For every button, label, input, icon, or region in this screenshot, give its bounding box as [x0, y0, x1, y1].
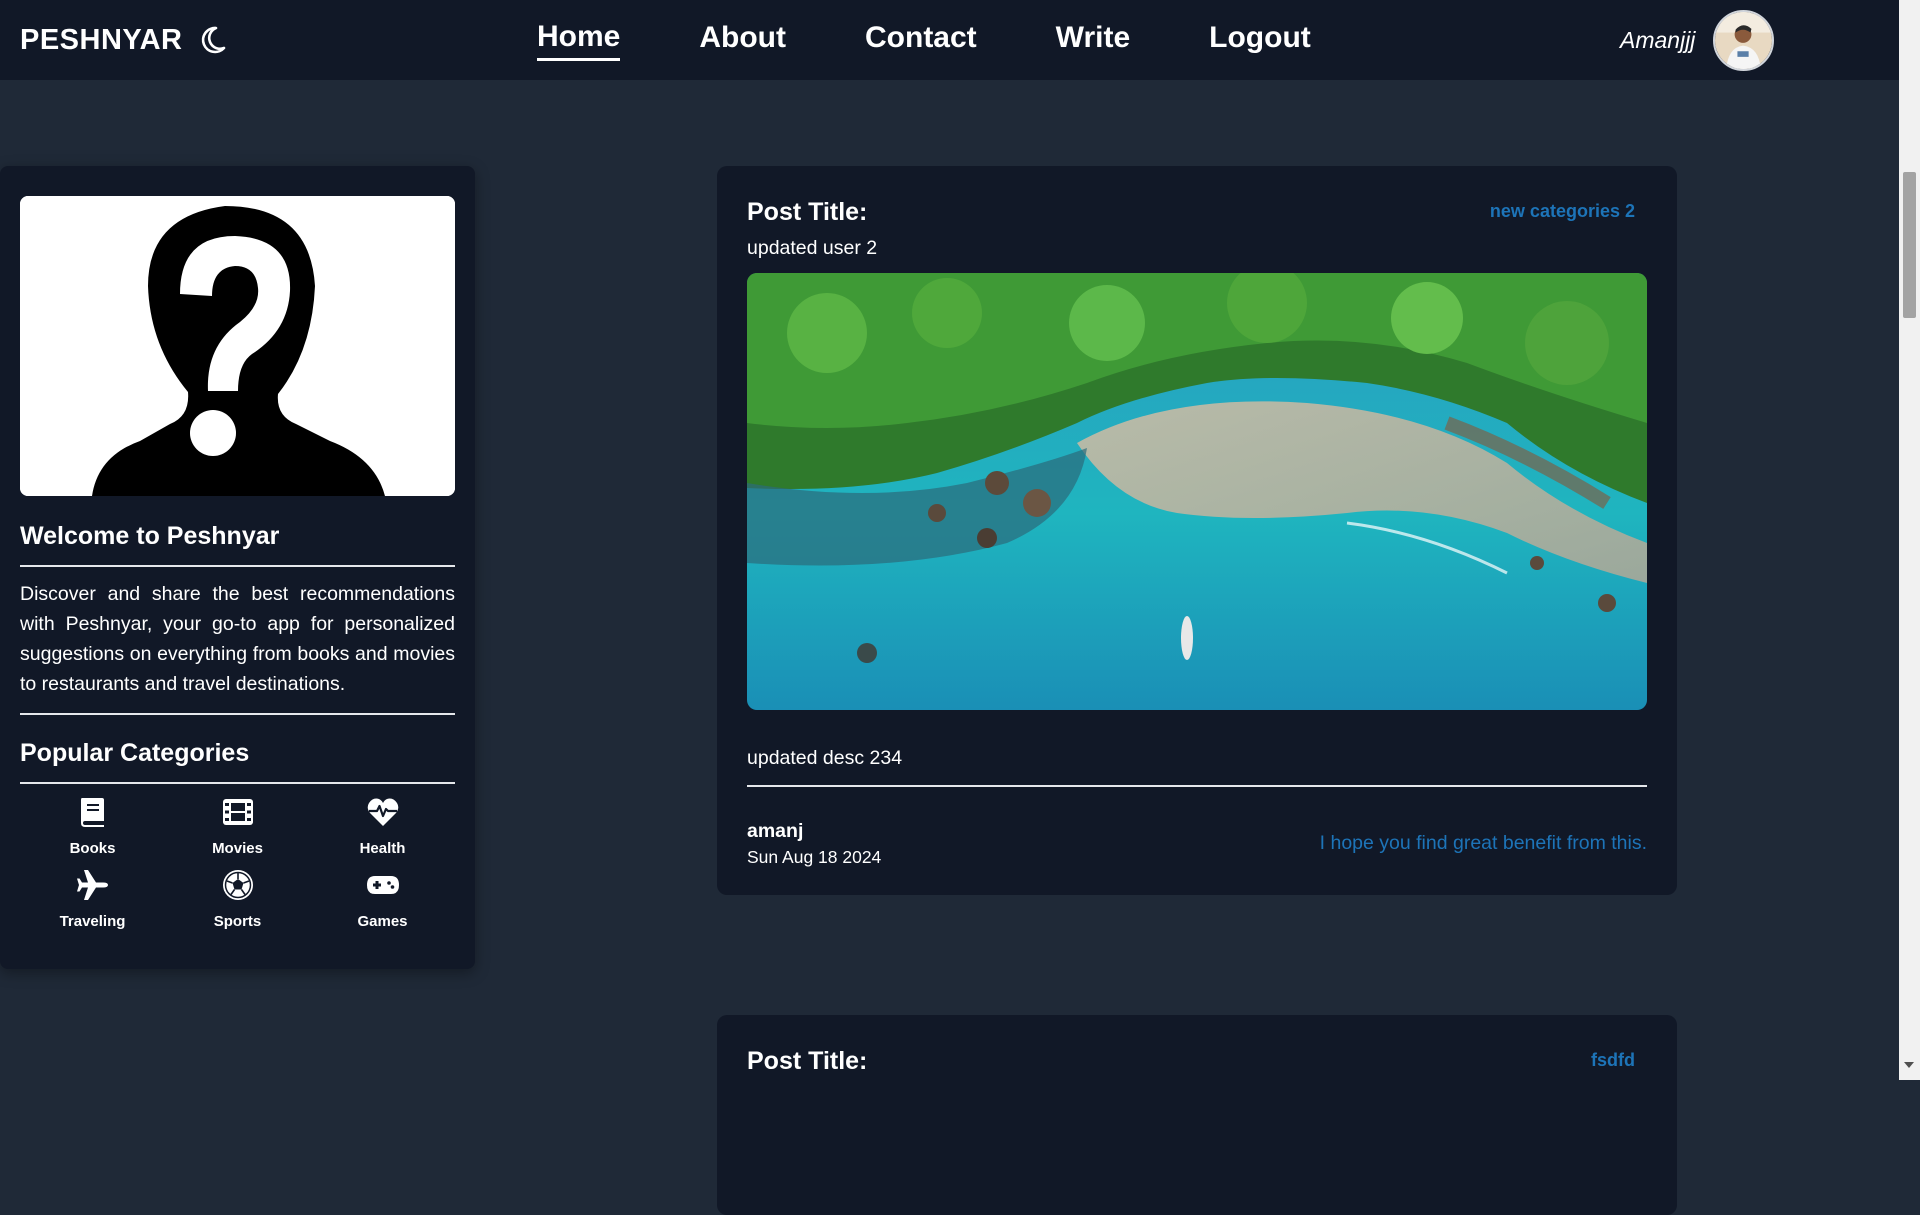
category-games[interactable]: Games — [310, 867, 455, 930]
post-title: updated user 2 — [747, 237, 878, 259]
nav-contact[interactable]: Contact — [865, 21, 977, 59]
post-category-link[interactable]: fsdfd — [1591, 1050, 1635, 1071]
post-card[interactable]: Post Title: fsdfd — [717, 1015, 1677, 1215]
post-header: Post Title: new categories 2 — [747, 198, 1647, 227]
category-label: Games — [357, 913, 408, 930]
welcome-text: Discover and share the best recommendati… — [20, 583, 455, 695]
user-avatar[interactable] — [1713, 9, 1775, 71]
category-label: Movies — [212, 840, 263, 857]
brand: PESHNYAR — [20, 0, 226, 80]
scroll-down-arrow-icon[interactable] — [1904, 1062, 1914, 1068]
divider — [747, 785, 1647, 787]
category-label: Health — [359, 840, 406, 857]
post-image[interactable] — [747, 273, 1647, 710]
divider — [20, 565, 455, 567]
username[interactable]: Amanjjj — [1620, 27, 1695, 54]
user-menu[interactable]: Amanjjj — [1620, 0, 1775, 80]
category-label: Sports — [213, 913, 262, 930]
welcome-title: Welcome to Peshnyar — [20, 522, 280, 550]
brand-logo-text[interactable]: PESHNYAR — [20, 24, 182, 57]
category-sports[interactable]: Sports — [165, 867, 310, 930]
post-title-label: Post Title: — [747, 1047, 868, 1075]
post-description: updated desc 234 — [747, 747, 903, 769]
post-footer: amanj Sun Aug 18 2024 I hope you find gr… — [747, 820, 1647, 880]
category-health[interactable]: Health — [310, 794, 455, 857]
category-label: Traveling — [59, 913, 126, 930]
page-scrollbar[interactable] — [1899, 0, 1920, 1080]
scrollbar-thumb[interactable] — [1903, 172, 1916, 318]
post-category-link[interactable]: new categories 2 — [1490, 201, 1635, 222]
moon-icon[interactable] — [200, 26, 226, 54]
film-icon — [222, 799, 253, 825]
divider — [20, 713, 455, 715]
nav-write[interactable]: Write — [1056, 21, 1130, 59]
post-quote: I hope you find great benefit from this. — [1319, 832, 1647, 854]
category-label: Books — [69, 840, 116, 857]
nav-home[interactable]: Home — [537, 20, 621, 61]
category-traveling[interactable]: Traveling — [20, 867, 165, 930]
categories-title: Popular Categories — [20, 739, 250, 767]
gamepad-icon — [366, 876, 399, 894]
top-navbar: PESHNYAR Home About Contact Write Logout… — [0, 0, 1899, 80]
nav-logout[interactable]: Logout — [1209, 21, 1311, 59]
post-card[interactable]: Post Title: new categories 2 updated use… — [717, 166, 1677, 895]
unknown-person-image — [20, 196, 455, 496]
category-movies[interactable]: Movies — [165, 794, 310, 857]
category-books[interactable]: Books — [20, 794, 165, 857]
soccer-ball-icon — [222, 870, 253, 900]
book-icon — [80, 798, 104, 827]
divider — [20, 782, 455, 784]
sidebar: Welcome to Peshnyar Discover and share t… — [0, 166, 475, 969]
post-header: Post Title: fsdfd — [747, 1047, 1647, 1076]
nav-about[interactable]: About — [699, 21, 786, 59]
main-nav: Home About Contact Write Logout — [537, 0, 1390, 80]
plane-icon — [76, 870, 108, 900]
heartbeat-icon — [367, 798, 398, 826]
category-grid: Books Movies Health Traveling Sports Gam… — [20, 794, 455, 930]
